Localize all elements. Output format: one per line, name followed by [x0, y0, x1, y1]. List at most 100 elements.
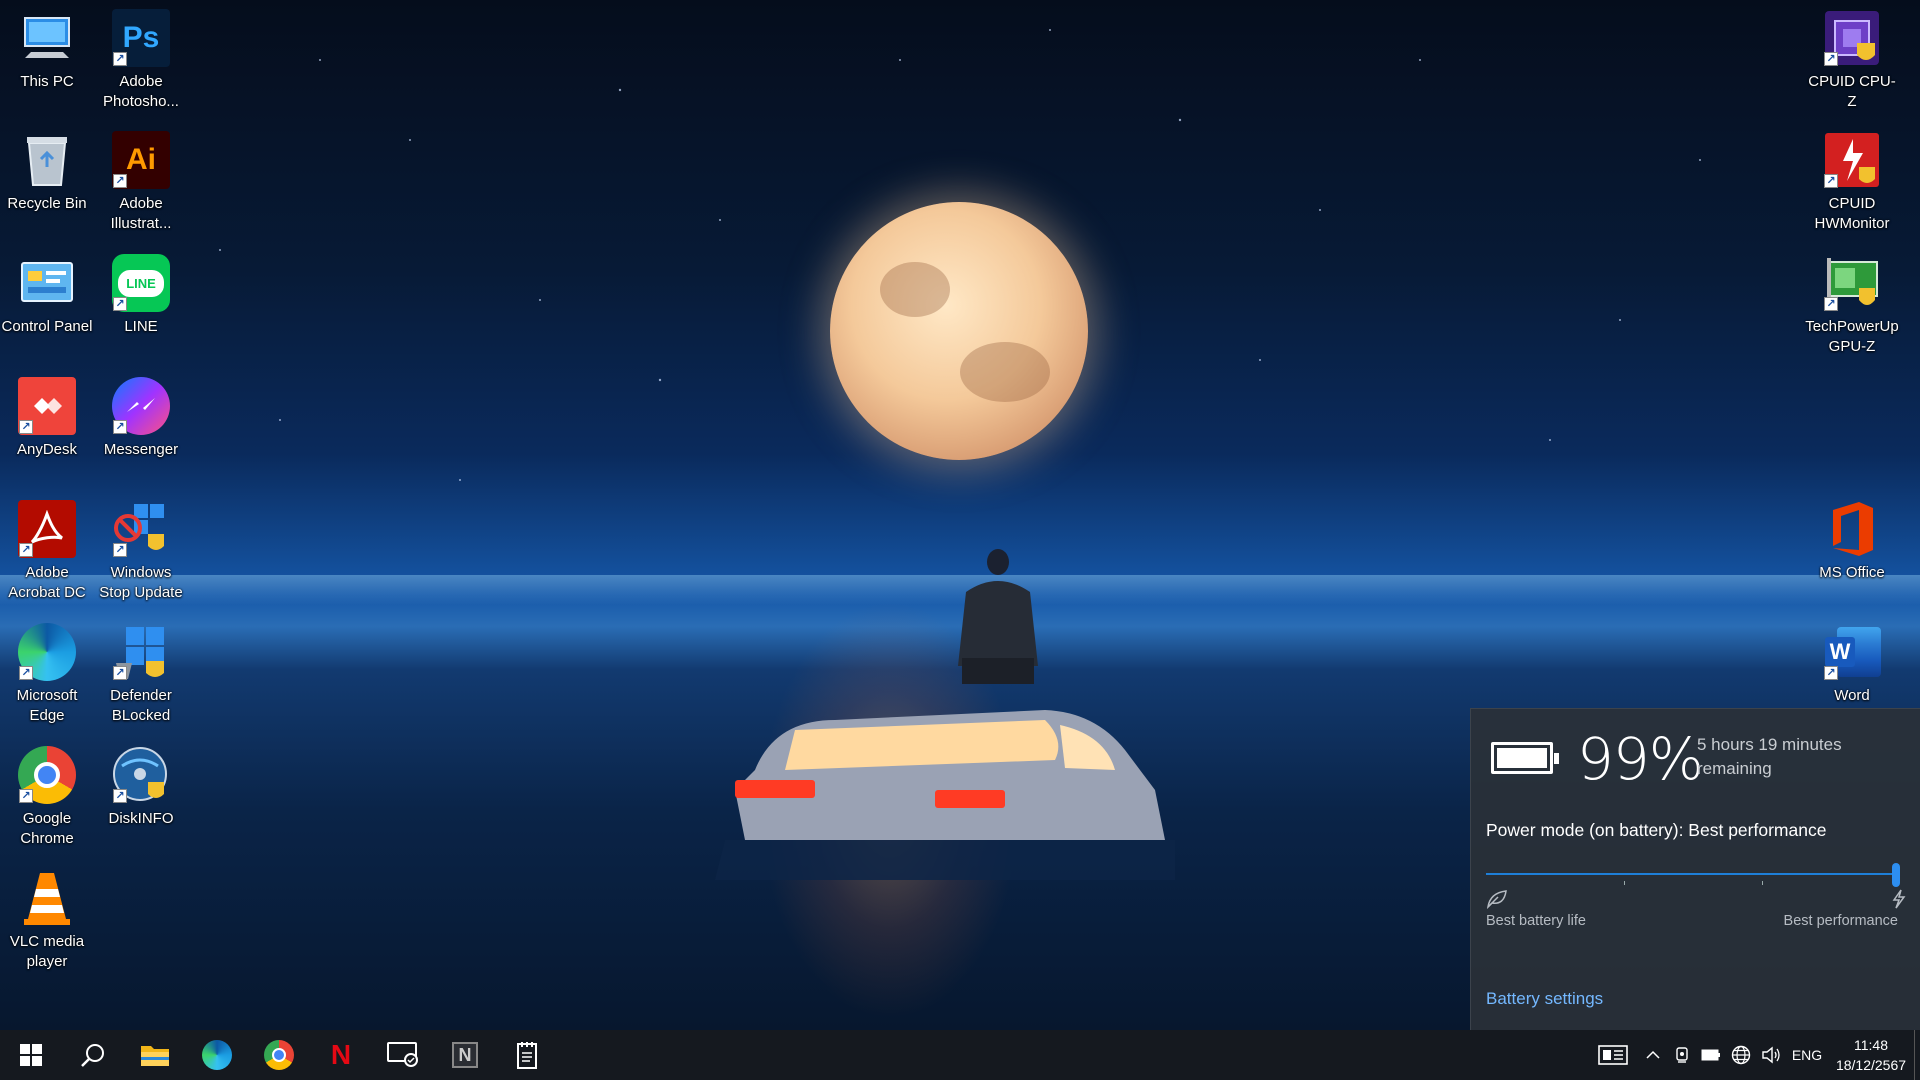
desktop-icon-recycle-bin[interactable]: Recycle Bin [0, 130, 94, 214]
taskbar: N N ENG 11:48 18/12/2567 [0, 1030, 1920, 1080]
line-icon: LINE ↗ [111, 253, 171, 313]
best-performance-label: Best performance [1783, 913, 1898, 929]
desktop-icon-label: Google Chrome [20, 810, 74, 847]
show-desktop-button[interactable] [1914, 1030, 1920, 1080]
office-icon [1822, 499, 1882, 559]
battery-percent: 99% [1577, 725, 1704, 793]
shortcut-arrow-icon: ↗ [113, 420, 127, 434]
shortcut-arrow-icon: ↗ [19, 543, 33, 557]
chrome-icon: ↗ [17, 745, 77, 805]
search-icon [81, 1044, 104, 1067]
chrome-icon [264, 1040, 294, 1070]
desktop-icon-this-pc[interactable]: This PC [0, 8, 94, 92]
notepad-taskbar-button[interactable] [496, 1030, 558, 1080]
edge-icon [202, 1040, 232, 1070]
desktop-icon-defender-blocked[interactable]: ↗ Defender BLocked [94, 622, 188, 726]
desktop-icon-word[interactable]: W ↗ Word [1805, 622, 1899, 706]
slider-tick [1762, 881, 1763, 885]
chrome-taskbar-button[interactable] [248, 1030, 310, 1080]
desktop-icon-line[interactable]: LINE ↗ LINE [94, 253, 188, 337]
file-explorer-button[interactable] [124, 1030, 186, 1080]
network-button[interactable] [1726, 1030, 1756, 1080]
desktop-icon-diskinfo[interactable]: ↗ DiskINFO [94, 745, 188, 829]
clock[interactable]: 11:48 18/12/2567 [1828, 1035, 1914, 1075]
desktop-icon-anydesk[interactable]: ↗ AnyDesk [0, 376, 94, 460]
show-hidden-icons-button[interactable] [1638, 1030, 1668, 1080]
shortcut-arrow-icon: ↗ [19, 666, 33, 680]
word-logo-text: W [1825, 637, 1855, 667]
slider-thumb[interactable] [1892, 863, 1900, 887]
photoshop-icon: Ps ↗ [111, 8, 171, 68]
line-logo-text: LINE [118, 269, 164, 297]
slider-tick [1624, 881, 1625, 885]
desktop-icon-illustrator[interactable]: Ai ↗ Adobe Illustrat... [94, 130, 188, 234]
desktop-icon-label: Adobe Illustrat... [110, 195, 172, 232]
meet-now-button[interactable] [1668, 1030, 1696, 1080]
desktop-icon-label: Recycle Bin [7, 195, 87, 212]
desktop-icon-label: Defender BLocked [110, 687, 172, 724]
power-mode-slider[interactable] [1486, 863, 1900, 887]
vlc-icon [17, 868, 77, 928]
power-mode-label: Power mode (on battery): Best performanc… [1486, 820, 1827, 840]
netflix-taskbar-button[interactable]: N [310, 1030, 372, 1080]
volume-button[interactable] [1756, 1030, 1786, 1080]
news-widget-button[interactable] [1588, 1030, 1638, 1080]
system-tray: ENG 11:48 18/12/2567 [1588, 1030, 1920, 1080]
hwmonitor-icon: ↗ [1822, 130, 1882, 190]
shortcut-arrow-icon: ↗ [113, 297, 127, 311]
shortcut-arrow-icon: ↗ [1824, 174, 1838, 188]
desktop-icon-label: VLC media player [9, 933, 85, 970]
windows-stop-update-icon: ↗ [111, 499, 171, 559]
desktop-icon-label: Windows Stop Update [99, 564, 183, 601]
desktop-icon-label: DiskINFO [108, 810, 174, 827]
desktop-icon-messenger[interactable]: ↗ Messenger [94, 376, 188, 460]
control-panel-icon [17, 253, 77, 313]
car-in-water [715, 710, 1175, 880]
defender-blocked-icon: ↗ [111, 622, 171, 682]
desktop-icon-edge[interactable]: ↗ Microsoft Edge [0, 622, 94, 726]
desktop-icon-control-panel[interactable]: Control Panel [0, 253, 94, 337]
best-battery-life-label: Best battery life [1486, 913, 1586, 929]
desktop-icon-label: Microsoft Edge [16, 687, 78, 724]
edge-icon: ↗ [17, 622, 77, 682]
globe-icon [1731, 1045, 1751, 1065]
desktop-icon-acrobat[interactable]: ↗ Adobe Acrobat DC [0, 499, 94, 603]
desktop-icon-photoshop[interactable]: Ps ↗ Adobe Photosho... [94, 8, 188, 112]
display-taskbar-button[interactable] [372, 1030, 434, 1080]
battery-remaining-time: 5 hours 19 minutes remaining [1697, 735, 1842, 778]
desktop-icon-chrome[interactable]: ↗ Google Chrome [0, 745, 94, 849]
notepad-icon [517, 1042, 537, 1069]
shortcut-arrow-icon: ↗ [113, 789, 127, 803]
desktop-icon-hwmonitor[interactable]: ↗ CPUID HWMonitor [1805, 130, 1899, 234]
desktop-icon-cpuz[interactable]: ↗ CPUID CPU-Z [1805, 8, 1899, 112]
battery-icon [1491, 742, 1559, 774]
desktop-icon-label: Adobe Photosho... [103, 73, 179, 110]
notion-taskbar-button[interactable]: N [434, 1030, 496, 1080]
desktop-icon-label: LINE [124, 318, 158, 335]
edge-taskbar-button[interactable] [186, 1030, 248, 1080]
shortcut-arrow-icon: ↗ [113, 52, 127, 66]
clock-time: 11:48 [1854, 1037, 1888, 1053]
moon [830, 202, 1088, 460]
cpuz-icon: ↗ [1822, 8, 1882, 68]
shortcut-arrow-icon: ↗ [1824, 297, 1838, 311]
shortcut-arrow-icon: ↗ [1824, 52, 1838, 66]
slider-track [1486, 873, 1900, 875]
battery-tray-button[interactable] [1696, 1030, 1726, 1080]
lightning-icon [1892, 889, 1906, 909]
sitting-person [958, 549, 1038, 684]
desktop-icon-gpuz[interactable]: ↗ TechPowerUp GPU-Z [1805, 253, 1899, 357]
illustrator-icon: Ai ↗ [111, 130, 171, 190]
netflix-icon: N [330, 1039, 352, 1070]
desktop-icon-ms-office[interactable]: MS Office [1805, 499, 1899, 583]
desktop-icon-label: TechPowerUp GPU-Z [1805, 318, 1899, 355]
leaf-icon [1486, 890, 1507, 909]
start-button[interactable] [0, 1030, 62, 1080]
desktop-icon-windows-stop-update[interactable]: ↗ Windows Stop Update [94, 499, 188, 603]
folder-icon [141, 1046, 169, 1066]
language-indicator[interactable]: ENG [1786, 1030, 1828, 1080]
search-button[interactable] [62, 1030, 124, 1080]
word-icon: W ↗ [1822, 622, 1882, 682]
battery-settings-link[interactable]: Battery settings [1486, 989, 1603, 1009]
desktop-icon-vlc[interactable]: VLC media player [0, 868, 94, 972]
